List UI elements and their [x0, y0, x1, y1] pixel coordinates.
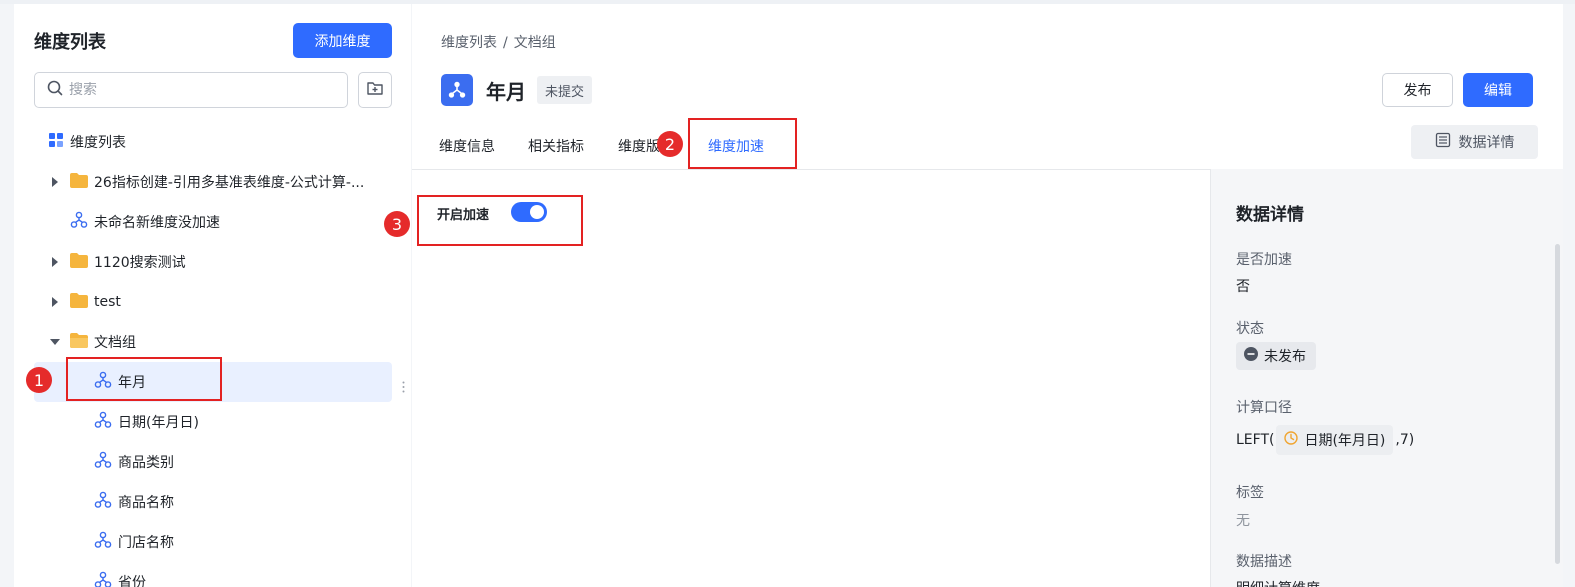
- publish-button[interactable]: 发布: [1382, 73, 1453, 107]
- publish-status-chip: 未发布: [1236, 342, 1316, 370]
- add-folder-button[interactable]: [358, 72, 392, 108]
- dimension-node-icon: [94, 491, 112, 513]
- resize-handle[interactable]: [402, 378, 405, 397]
- description-label: 数据描述: [1236, 554, 1292, 570]
- breadcrumb-item[interactable]: 文档组: [514, 35, 556, 51]
- tags-label: 标签: [1236, 485, 1264, 501]
- status-value: 未发布: [1264, 349, 1306, 365]
- tree-item-label: 26指标创建-引用多基准表维度-公式计算-...: [94, 175, 365, 191]
- tree-dimension-item-selected[interactable]: 年月: [34, 362, 392, 402]
- tree-root-item[interactable]: 维度列表: [34, 122, 392, 162]
- tree-item-label: 商品名称: [118, 495, 174, 511]
- tree-item-label: 年月: [118, 375, 146, 391]
- dimension-node-icon: [70, 211, 88, 233]
- dimension-node-icon: [94, 411, 112, 433]
- tree-folder-item[interactable]: 26指标创建-引用多基准表维度-公式计算-...: [34, 162, 392, 202]
- tree-item-label: 文档组: [94, 335, 136, 351]
- search-icon: [47, 80, 63, 100]
- breadcrumb-item[interactable]: 维度列表: [441, 35, 497, 51]
- tree-item-label: 未命名新维度没加速: [94, 215, 220, 231]
- acceleration-toggle-label: 开启加速: [437, 208, 490, 223]
- dimension-tree: 维度列表 26指标创建-引用多基准表维度-公式计算-... 未命名新维度没加速 …: [34, 122, 392, 587]
- dimension-node-icon: [94, 531, 112, 553]
- tree-folder-item[interactable]: test: [34, 282, 392, 322]
- search-box[interactable]: [34, 72, 348, 108]
- tags-value: 无: [1236, 513, 1250, 529]
- status-label: 状态: [1236, 321, 1264, 337]
- caret-right-icon[interactable]: [48, 297, 62, 307]
- dimension-type-icon: [441, 74, 473, 106]
- tree-item-label: 省份: [118, 575, 146, 587]
- tree-dimension-item[interactable]: 未命名新维度没加速: [34, 202, 392, 242]
- add-dimension-button[interactable]: 添加维度: [293, 23, 392, 58]
- tree-item-label: test: [94, 294, 121, 310]
- description-value: 明细计算维度: [1236, 578, 1320, 587]
- folder-icon: [70, 292, 88, 312]
- data-details-button[interactable]: 数据详情: [1411, 125, 1538, 159]
- formula-reference: 日期(年月日): [1304, 433, 1386, 449]
- step-marker-1: 1: [26, 367, 52, 393]
- tree-dimension-item[interactable]: 日期(年月日): [34, 402, 392, 442]
- tab-dimension-version[interactable]: 维度版: [618, 136, 660, 156]
- step-marker-2: 2: [657, 131, 683, 157]
- accelerated-value: 否: [1236, 279, 1250, 295]
- folder-icon: [70, 172, 88, 192]
- tree-item-label: 1120搜索测试: [94, 255, 186, 271]
- tab-related-metrics[interactable]: 相关指标: [528, 136, 584, 156]
- folder-open-icon: [70, 332, 88, 352]
- folder-plus-icon: [366, 79, 384, 101]
- breadcrumb: 维度列表 / 文档组: [441, 32, 556, 52]
- formula-suffix: ,7): [1395, 432, 1415, 448]
- sidebar-title: 维度列表: [34, 32, 106, 53]
- grid-apps-icon: [48, 132, 64, 152]
- step-marker-3: 3: [384, 211, 410, 237]
- tree-item-label: 日期(年月日): [118, 415, 199, 431]
- tab-bar: 维度信息 相关指标 维度版 维度加速: [412, 124, 1563, 170]
- edit-button[interactable]: 编辑: [1463, 73, 1533, 107]
- tree-folder-item-expanded[interactable]: 文档组: [34, 322, 392, 362]
- details-title: 数据详情: [1236, 205, 1304, 225]
- folder-icon: [70, 252, 88, 272]
- dimension-node-icon: [94, 571, 112, 587]
- tree-dimension-item[interactable]: 省份: [34, 562, 392, 587]
- accelerated-label: 是否加速: [1236, 252, 1292, 268]
- formula-expression: LEFT( 日期(年月日) ,7): [1236, 425, 1414, 455]
- tree-dimension-item[interactable]: 门店名称: [34, 522, 392, 562]
- minus-circle-icon: [1244, 347, 1258, 365]
- tree-item-label: 商品类别: [118, 455, 174, 471]
- formula-prefix: LEFT(: [1236, 432, 1275, 448]
- status-badge: 未提交: [537, 76, 593, 104]
- data-details-label: 数据详情: [1458, 135, 1515, 151]
- details-scrollbar[interactable]: [1555, 244, 1560, 564]
- main-panel: 维度列表 / 文档组 年月 未提交 发布 编辑 维度信息 相关指标 维度版 维度加速…: [412, 4, 1563, 587]
- clock-icon: [1284, 431, 1299, 449]
- tree-item-label: 门店名称: [118, 535, 174, 551]
- acceleration-toggle[interactable]: [511, 202, 547, 222]
- dimension-node-icon: [94, 371, 112, 393]
- toggle-knob: [530, 205, 544, 219]
- document-list-icon: [1435, 132, 1451, 152]
- tree-folder-item[interactable]: 1120搜索测试: [34, 242, 392, 282]
- tab-dimension-info[interactable]: 维度信息: [439, 136, 495, 156]
- tree-item-label: 维度列表: [70, 135, 126, 151]
- dimension-sidebar: 维度列表 添加维度 维度列表 26指标创建-引用多基准表维度-公式计算-...: [14, 4, 411, 587]
- tab-dimension-acceleration[interactable]: 维度加速: [708, 136, 764, 156]
- tree-dimension-item[interactable]: 商品名称: [34, 482, 392, 522]
- dimension-node-icon: [94, 451, 112, 473]
- search-input[interactable]: [69, 82, 329, 98]
- formula-reference-chip[interactable]: 日期(年月日): [1276, 425, 1394, 455]
- caret-right-icon[interactable]: [48, 177, 62, 187]
- breadcrumb-separator: /: [503, 35, 508, 51]
- formula-label: 计算口径: [1236, 400, 1292, 416]
- caret-down-icon[interactable]: [48, 338, 62, 346]
- data-details-panel: 数据详情 是否加速 否 状态 未发布 计算口径 LEFT( 日期(年月日) ,7…: [1210, 169, 1563, 587]
- page-title: 年月: [486, 80, 526, 104]
- caret-right-icon[interactable]: [48, 257, 62, 267]
- tree-dimension-item[interactable]: 商品类别: [34, 442, 392, 482]
